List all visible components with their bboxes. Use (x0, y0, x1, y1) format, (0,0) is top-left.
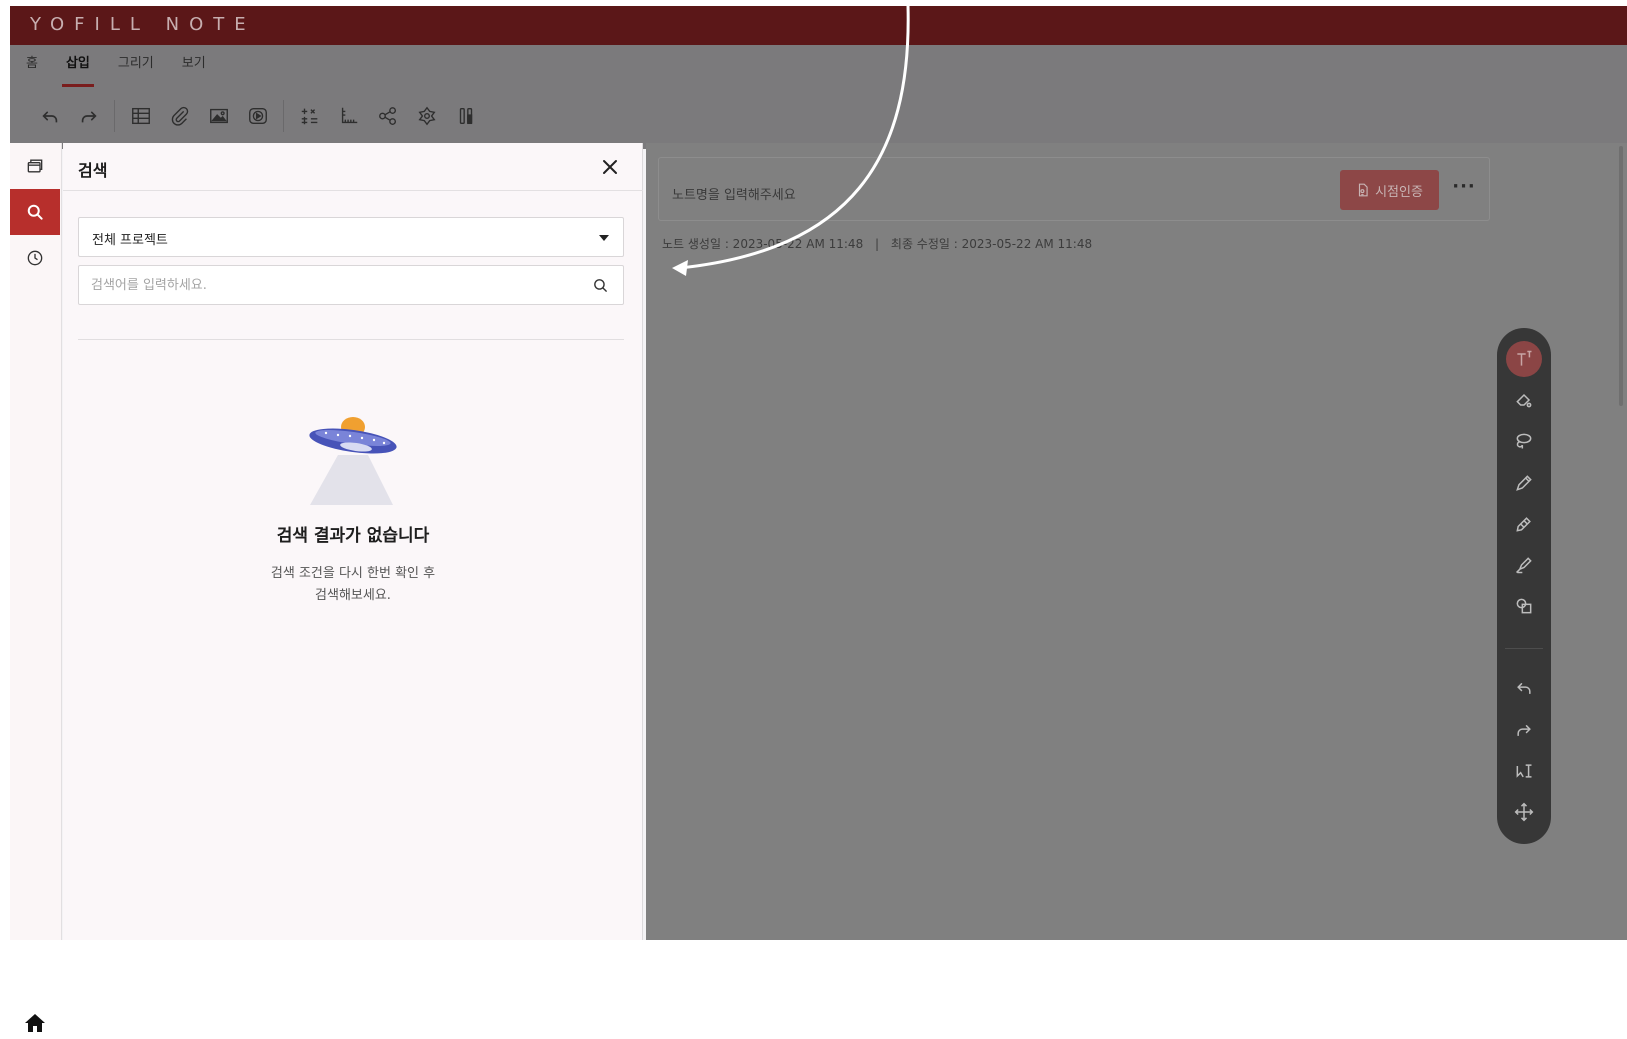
insert-table-button[interactable] (121, 101, 160, 131)
created-date: 노트 생성일 : 2023-05-22 AM 11:48 (662, 237, 864, 251)
select-text-tool-button[interactable] (1506, 753, 1542, 789)
ribbon-tabs: 홈 삽입 그리기 보기 (10, 45, 220, 87)
draw-undo-button[interactable] (1506, 670, 1542, 706)
history-icon (27, 250, 43, 266)
project-select[interactable]: 전체 프로젝트 (78, 217, 624, 257)
move-icon (1514, 802, 1534, 822)
project-select-value: 전체 프로젝트 (92, 233, 168, 248)
pen-icon (1516, 475, 1532, 491)
chart-axis-icon (341, 107, 357, 124)
toolbar-separator (283, 100, 284, 132)
search-field (78, 265, 624, 305)
insert-formula-button[interactable] (290, 101, 329, 131)
panel-title: 검색 (78, 161, 108, 180)
insert-attachment-button[interactable] (160, 101, 199, 131)
note-title-input[interactable]: 노트명을 입력해주세요 (672, 184, 796, 203)
search-panel-header: 검색 (63, 143, 643, 191)
eraser-tool-button[interactable] (1506, 382, 1542, 418)
title-bar: YOFILL NOTE (10, 6, 1627, 45)
document-stamp-icon (1358, 183, 1368, 197)
more-options-button[interactable]: ··· (1452, 178, 1476, 202)
text-icon (1517, 350, 1532, 366)
empty-desc-line-1: 검색 조건을 다시 한번 확인 후 (270, 566, 436, 581)
draw-redo-button[interactable] (1506, 712, 1542, 748)
text-tool-button[interactable] (1506, 341, 1542, 377)
insert-shape-button[interactable] (407, 101, 446, 131)
left-rail (10, 143, 62, 1032)
search-icon (27, 204, 43, 220)
history-button[interactable] (10, 235, 60, 281)
highlighter-tool-button[interactable] (1506, 547, 1542, 583)
close-button[interactable] (598, 155, 622, 179)
tab-view[interactable]: 보기 (168, 45, 220, 87)
undo-icon (41, 111, 57, 123)
video-icon (248, 107, 267, 125)
divider (78, 339, 624, 340)
shapes-icon (1516, 598, 1532, 614)
close-icon (603, 160, 617, 174)
pen-tool-button[interactable] (1506, 465, 1542, 501)
attachment-icon (171, 106, 188, 126)
empty-state-title: 검색 결과가 없습니다 (276, 526, 430, 546)
search-panel: 검색 전체 프로젝트 검색 결과가 없습니다 검색 조건을 다시 한번 확인 후… (63, 143, 643, 940)
shapes-tool-button[interactable] (1506, 588, 1542, 624)
redo-icon (81, 111, 97, 123)
time-certify-label: 시점인증 (1375, 184, 1423, 200)
drawing-toolbar (1497, 328, 1551, 844)
pages-button[interactable] (10, 143, 60, 189)
tab-draw[interactable]: 그리기 (104, 45, 168, 87)
insert-lab-button[interactable] (446, 101, 485, 131)
table-icon (131, 107, 150, 125)
note-dates: 노트 생성일 : 2023-05-22 AM 11:48 | 최종 수정일 : … (662, 235, 1092, 252)
lasso-tool-button[interactable] (1506, 423, 1542, 459)
highlighter-icon (1515, 557, 1532, 574)
ufo-illustration (309, 417, 397, 505)
scrollbar[interactable] (1619, 146, 1623, 406)
test-tube-icon (459, 107, 472, 125)
app-window: YOFILL NOTE 홈 삽입 그리기 보기 검색 전체 프로젝트 검색어를 … (10, 6, 1627, 1032)
redo-button[interactable] (69, 101, 108, 131)
pencil-icon (1516, 517, 1531, 532)
empty-desc-line-2: 검색해보세요. (315, 588, 391, 603)
tab-insert[interactable]: 삽입 (52, 45, 104, 87)
ribbon: 홈 삽입 그리기 보기 (10, 45, 1627, 149)
search-input[interactable] (91, 274, 571, 296)
search-rail-button[interactable] (10, 189, 60, 235)
pencil-tool-button[interactable] (1506, 506, 1542, 542)
caret-down-icon (599, 235, 609, 241)
tab-home[interactable]: 홈 (10, 45, 52, 87)
insert-chart-button[interactable] (329, 101, 368, 131)
modified-date: 최종 수정일 : 2023-05-22 AM 11:48 (890, 237, 1093, 251)
insert-video-button[interactable] (238, 101, 277, 131)
move-tool-button[interactable] (1506, 794, 1542, 830)
undo-icon (1517, 683, 1531, 694)
lasso-icon (1516, 433, 1532, 449)
eraser-icon (1516, 393, 1532, 408)
insert-image-button[interactable] (199, 101, 238, 131)
empty-state-description: 검색 조건을 다시 한번 확인 후 검색해보세요. (63, 563, 643, 607)
formula-icon (301, 108, 317, 125)
pages-icon (27, 159, 43, 173)
toolbar-separator (1505, 648, 1543, 649)
shape-settings-icon (417, 106, 436, 126)
note-editor: 노트명을 입력해주세요 시점인증 ··· 노트 생성일 : 2023-05-22… (646, 143, 1627, 940)
home-button[interactable] (23, 1011, 47, 1035)
search-icon[interactable] (592, 277, 609, 294)
redo-icon (1517, 725, 1531, 736)
insert-diagram-button[interactable] (368, 101, 407, 131)
image-icon (209, 108, 228, 124)
toolbar-separator (114, 100, 115, 132)
time-certify-button[interactable]: 시점인증 (1340, 170, 1439, 210)
select-text-icon (1516, 764, 1532, 778)
insert-toolbar (30, 100, 485, 132)
app-title: YOFILL NOTE (30, 14, 256, 35)
undo-button[interactable] (30, 101, 69, 131)
note-header: 노트명을 입력해주세요 시점인증 ··· (658, 157, 1490, 221)
home-icon (25, 1014, 45, 1032)
share-nodes-icon (378, 107, 396, 125)
date-separator: | (875, 237, 880, 251)
